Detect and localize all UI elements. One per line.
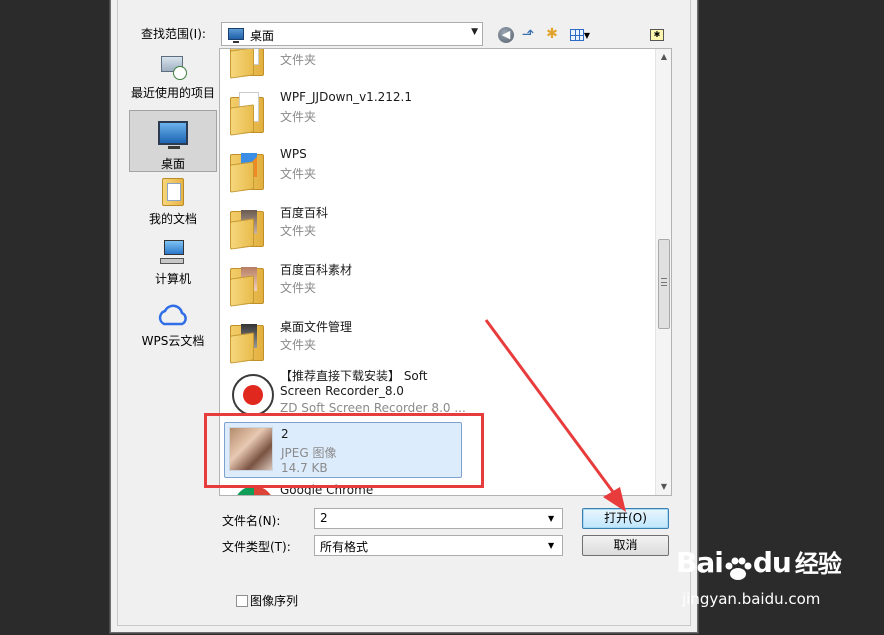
place-label: 计算机 — [154, 272, 191, 286]
baidu-watermark: Bai du 经验 jingyan.baidu.com — [676, 544, 842, 608]
folder-icon — [228, 201, 268, 251]
recent-items-icon — [159, 52, 187, 80]
scrollbar-thumb[interactable] — [658, 239, 670, 329]
file-type-select[interactable]: 所有格式 — [314, 535, 563, 556]
file-name-label: 文件名(N): — [222, 514, 281, 528]
look-in-combo[interactable]: 桌面 ▼ — [221, 22, 483, 46]
new-folder-button[interactable]: ✱ — [541, 24, 563, 44]
desktop-icon — [228, 28, 244, 43]
chevron-down-icon[interactable]: ▼ — [548, 514, 554, 523]
file-name-input[interactable]: 2 — [314, 508, 563, 529]
up-folder-button[interactable]: ⬏ — [517, 24, 539, 44]
list-item[interactable]: 百度百科 文件夹 — [224, 198, 462, 254]
watermark-brand-right: du — [752, 546, 792, 579]
folder-icon — [228, 49, 268, 80]
folder-icon — [228, 315, 268, 365]
watermark-url: jingyan.baidu.com — [682, 590, 821, 608]
place-label: 桌面 — [160, 157, 185, 171]
look-in-value: 桌面 — [250, 29, 275, 43]
wps-cloud-icon — [156, 302, 190, 328]
item-type: 文件夹 — [280, 53, 317, 67]
place-my-documents[interactable]: 我的文档 — [129, 178, 217, 228]
file-type-label: 文件类型(T): — [222, 540, 291, 554]
chevron-down-icon[interactable]: ▼ — [548, 541, 554, 550]
new-folder-icon: ✱ — [546, 26, 558, 42]
chevron-down-icon: ▼ — [471, 27, 478, 37]
list-item[interactable]: 桌面文件管理 文件夹 — [224, 312, 462, 368]
desktop-icon — [158, 121, 188, 149]
folder-icon — [228, 87, 268, 137]
place-computer[interactable]: 计算机 — [129, 240, 217, 290]
place-label: 最近使用的项目 — [130, 86, 215, 100]
favorites-button[interactable]: ✱ — [647, 24, 667, 44]
place-wps-cloud[interactable]: WPS云文档 — [129, 302, 217, 352]
look-in-label: 查找范围(I): — [141, 27, 206, 41]
item-name: 桌面文件管理 — [280, 320, 353, 334]
item-type: 文件夹 — [280, 167, 317, 181]
folder-icon — [228, 144, 268, 194]
place-label: 我的文档 — [148, 212, 197, 226]
vertical-scrollbar[interactable]: ▲ ▼ — [655, 49, 671, 495]
list-item[interactable]: WPF_JJDown_v1.212.1 文件夹 — [224, 84, 462, 140]
scroll-up-icon[interactable]: ▲ — [656, 49, 671, 65]
places-bar: 最近使用的项目 桌面 我的文档 计算机 WPS云文档 — [127, 48, 219, 570]
item-type: 文件夹 — [280, 281, 317, 295]
item-name: 【推荐直接下载安装】 Soft — [280, 369, 428, 383]
folder-icon — [228, 258, 268, 308]
image-sequence-label: 图像序列 — [250, 594, 299, 608]
scroll-down-icon[interactable]: ▼ — [656, 479, 671, 495]
list-item[interactable]: 百度百科素材 文件夹 — [224, 255, 462, 311]
grip-icon — [661, 278, 667, 286]
open-button[interactable]: 打开(O) — [582, 508, 669, 529]
view-menu-button[interactable]: ▼ — [565, 24, 595, 44]
baidu-paw-icon — [723, 556, 753, 582]
item-type: 文件夹 — [280, 338, 317, 352]
place-desktop[interactable]: 桌面 — [129, 110, 217, 172]
view-grid-icon — [569, 28, 584, 41]
item-name: 百度百科素材 — [280, 263, 353, 277]
cancel-button[interactable]: 取消 — [582, 535, 669, 556]
place-label: WPS云文档 — [141, 334, 205, 348]
recorder-icon — [228, 368, 274, 418]
back-button[interactable]: ◀ — [495, 24, 517, 44]
item-name: WPS — [280, 147, 307, 161]
item-name: WPF_JJDown_v1.212.1 — [280, 90, 412, 104]
item-type: 文件夹 — [280, 110, 317, 124]
image-sequence-checkbox[interactable]: 图像序列 — [236, 592, 298, 609]
item-name-line2: Screen Recorder_8.0 — [280, 384, 404, 398]
back-arrow-icon: ◀ — [498, 26, 514, 43]
place-recent-items[interactable]: 最近使用的项目 — [129, 52, 217, 106]
watermark-brand-left: Bai — [676, 546, 724, 579]
favorite-folder-icon: ✱ — [650, 28, 664, 41]
item-name: 百度百科 — [280, 206, 329, 220]
up-folder-icon: ⬏ — [521, 25, 535, 43]
chevron-down-icon: ▼ — [583, 31, 591, 40]
annotation-highlight-box — [204, 413, 484, 488]
watermark-brand-cn: 经验 — [794, 550, 842, 578]
checkbox-icon[interactable] — [236, 595, 248, 607]
list-item[interactable]: WPS 文件夹 — [224, 141, 462, 197]
my-documents-icon — [162, 178, 184, 206]
list-item[interactable]: 文件夹 — [224, 49, 462, 83]
computer-icon — [160, 240, 186, 266]
item-type: 文件夹 — [280, 224, 317, 238]
